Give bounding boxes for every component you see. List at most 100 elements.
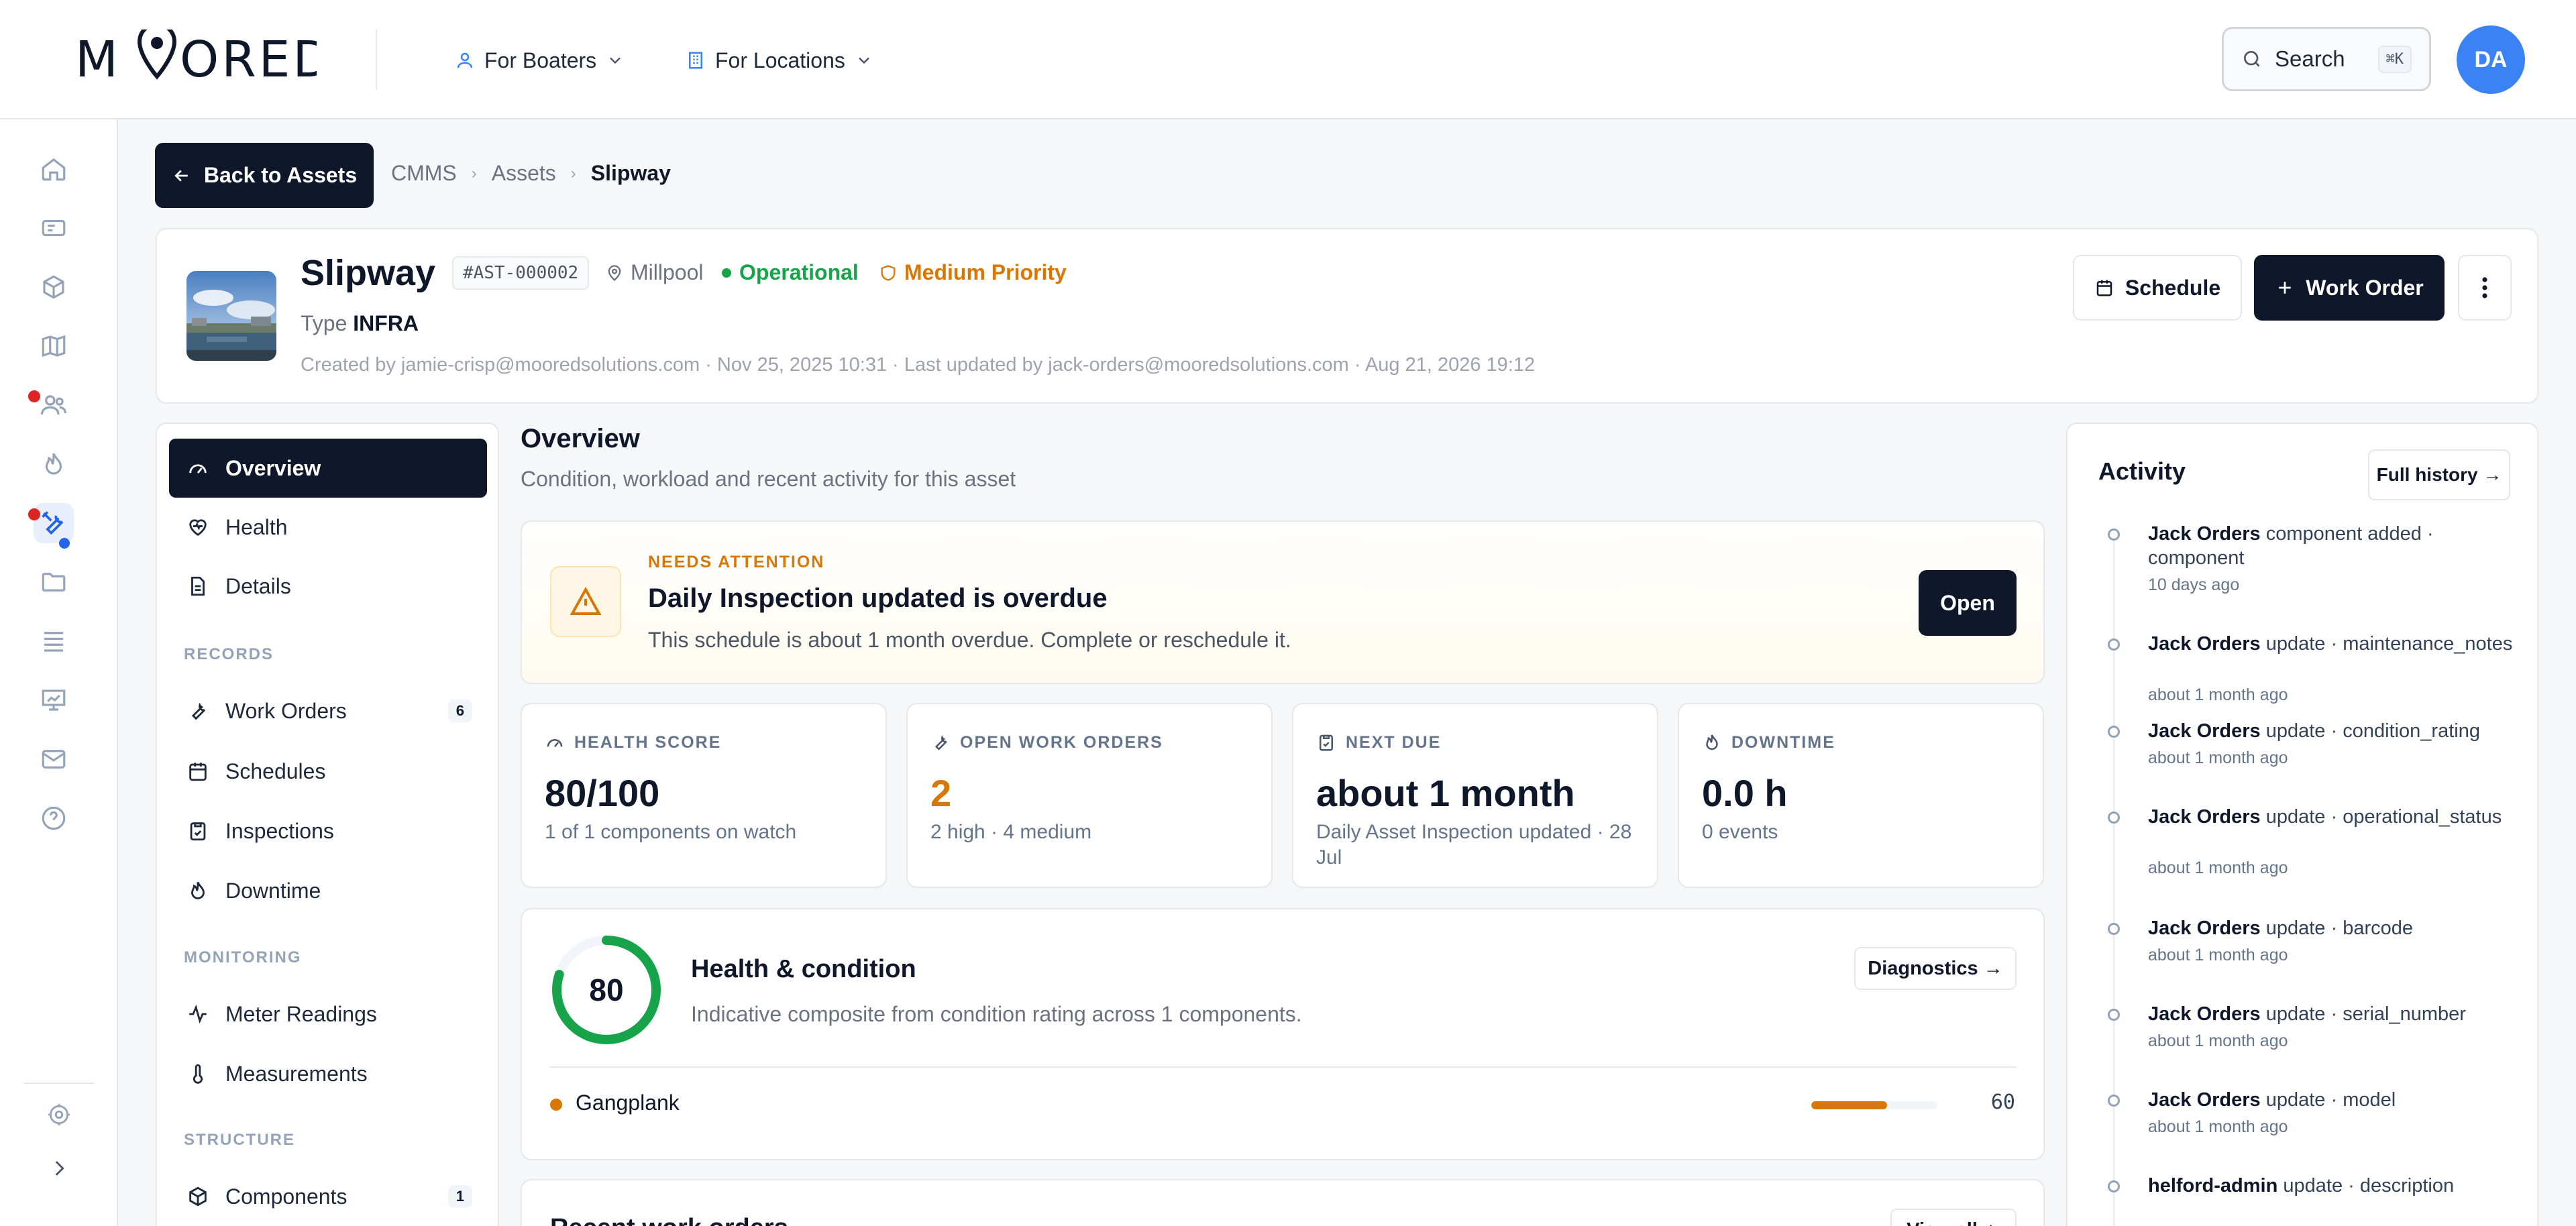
timeline-dot xyxy=(2108,1180,2120,1192)
kpi-health-label: HEALTH SCORE xyxy=(574,732,722,752)
asset-type-label: Type xyxy=(301,311,347,335)
kpi-next-due: NEXT DUE about 1 month Daily Asset Inspe… xyxy=(1292,703,1658,888)
nav-details[interactable]: Details xyxy=(169,557,487,616)
calendar-icon xyxy=(2096,280,2112,296)
nav-structure-heading: STRUCTURE xyxy=(184,1131,295,1149)
gauge-icon xyxy=(547,739,563,748)
nav-downtime[interactable]: Downtime xyxy=(169,861,487,920)
asset-type: Type INFRA xyxy=(301,311,419,336)
nav-schedules[interactable]: Schedules xyxy=(169,742,487,801)
activity-time: about 1 month ago xyxy=(2148,858,2288,877)
file-text-icon xyxy=(191,576,205,596)
breadcrumb-assets[interactable]: Assets xyxy=(492,161,556,186)
activity-text: Jack Orders update · barcode xyxy=(2148,916,2514,940)
rail-divider xyxy=(24,1082,94,1084)
diagnostics-button[interactable]: Diagnostics → xyxy=(1854,947,2017,990)
nav-records-heading: RECORDS xyxy=(184,645,274,663)
rail-mail[interactable] xyxy=(34,739,74,779)
kpi-downtime-value: 0.0 h xyxy=(1702,772,1788,814)
health-score-value: 80 xyxy=(589,972,624,1007)
health-subtitle: Indicative composite from condition rati… xyxy=(691,1002,1302,1026)
kpi-label: NEXT DUE xyxy=(1316,732,1441,753)
kpi-health-value: 80/100 xyxy=(545,772,660,814)
user-avatar[interactable]: DA xyxy=(2457,25,2525,94)
search-button[interactable]: Search ⌘K xyxy=(2222,27,2431,91)
top-bar: M ORED For Boaters For Locations Search … xyxy=(0,0,2576,119)
nav-meter-readings[interactable]: Meter Readings xyxy=(169,985,487,1044)
activity-time: about 1 month ago xyxy=(2148,1032,2288,1050)
nav-monitoring-heading: MONITORING xyxy=(184,948,302,966)
breadcrumb-cmms[interactable]: CMMS xyxy=(391,161,457,186)
building-icon xyxy=(689,52,702,69)
nav-overview[interactable]: Overview xyxy=(169,439,487,498)
chevron-down-icon xyxy=(859,57,869,64)
activity-actor: Jack Orders xyxy=(2148,917,2261,939)
timeline-dot xyxy=(2108,812,2120,824)
asset-type-value: INFRA xyxy=(353,311,419,335)
component-name[interactable]: Gangplank xyxy=(576,1091,680,1115)
activity-time: about 1 month ago xyxy=(2148,748,2288,767)
kpi-open-work-orders: OPEN WORK ORDERS 2 2 high · 4 medium xyxy=(906,703,1273,888)
open-alert-button[interactable]: Open xyxy=(1919,570,2017,636)
activity-text: Jack Orders update · model xyxy=(2148,1088,2514,1112)
view-all-button[interactable]: View all xyxy=(1890,1209,2017,1226)
for-locations-dropdown[interactable]: For Locations xyxy=(686,40,873,80)
nav-work-orders[interactable]: Work Orders 6 xyxy=(169,681,487,740)
chevron-right-icon xyxy=(55,1161,64,1176)
full-history-button[interactable]: Full history → xyxy=(2368,449,2510,500)
kpi-open-wo-value: 2 xyxy=(930,772,952,814)
arrow-left-icon xyxy=(174,170,188,181)
rail-list[interactable] xyxy=(34,621,74,661)
warning-triangle-icon xyxy=(570,586,602,615)
nav-schedules-label: Schedules xyxy=(225,759,326,783)
rail-users[interactable] xyxy=(34,385,74,425)
asset-audit-meta: Created by jamie-crisp@mooredsolutions.c… xyxy=(301,354,1536,376)
timeline-dot xyxy=(2108,528,2120,541)
rail-expand[interactable] xyxy=(39,1148,79,1188)
nav-inspections[interactable]: Inspections xyxy=(169,801,487,860)
rail-home[interactable] xyxy=(34,149,74,189)
activity-action: update · model xyxy=(2265,1089,2396,1111)
alert-description: This schedule is about 1 month overdue. … xyxy=(648,628,1291,652)
for-boaters-dropdown[interactable]: For Boaters xyxy=(455,40,625,80)
rail-settings[interactable] xyxy=(39,1095,79,1135)
activity-action: update · maintenance_notes xyxy=(2265,633,2513,655)
asset-header-card: Slipway #AST-000002 Millpool Operational… xyxy=(156,228,2538,404)
chevron-down-icon xyxy=(610,57,621,64)
rail-map[interactable] xyxy=(34,326,74,366)
breadcrumb-separator: › xyxy=(471,164,477,182)
activity-panel: Activity Full history → Jack Orders comp… xyxy=(2066,423,2538,1226)
schedule-button[interactable]: Schedule xyxy=(2073,255,2242,321)
alert-title: Daily Inspection updated is overdue xyxy=(648,583,1108,613)
kpi-open-wo-label: OPEN WORK ORDERS xyxy=(960,732,1163,752)
health-condition-card: 80 Health & condition Indicative composi… xyxy=(521,908,2045,1160)
more-actions-button[interactable] xyxy=(2458,255,2512,321)
kpi-health-sub: 1 of 1 components on watch xyxy=(545,821,797,843)
rail-maintenance[interactable] xyxy=(34,503,74,543)
user-icon xyxy=(457,52,473,68)
page-title: Overview xyxy=(521,424,640,453)
nav-health[interactable]: Health xyxy=(169,498,487,557)
kpi-next-due-sub: Daily Asset Inspection updated · 28 Jul xyxy=(1316,821,1632,869)
rail-reports[interactable] xyxy=(34,680,74,720)
rail-packages[interactable] xyxy=(34,267,74,307)
rail-tickets[interactable] xyxy=(34,208,74,248)
shield-icon xyxy=(881,264,896,281)
nav-components[interactable]: Components 1 xyxy=(169,1167,487,1226)
asset-location: Millpool xyxy=(605,260,703,285)
rail-fire[interactable] xyxy=(34,444,74,484)
rail-help[interactable] xyxy=(34,798,74,838)
nav-measurements[interactable]: Measurements xyxy=(169,1044,487,1103)
activity-text: Jack Orders update · maintenance_notes xyxy=(2148,632,2514,656)
nav-inspections-label: Inspections xyxy=(225,818,334,843)
flame-icon xyxy=(45,453,62,475)
rail-folders[interactable] xyxy=(34,562,74,602)
activity-action: update · operational_status xyxy=(2265,806,2502,828)
new-work-order-button[interactable]: Work Order xyxy=(2254,255,2445,321)
search-shortcut: ⌘K xyxy=(2377,45,2412,73)
status-dot xyxy=(722,268,731,278)
back-to-assets-button[interactable]: Back to Assets xyxy=(155,143,374,208)
box-icon xyxy=(43,275,64,299)
divider xyxy=(550,1066,2017,1068)
brand-logo[interactable]: M ORED xyxy=(75,30,317,87)
